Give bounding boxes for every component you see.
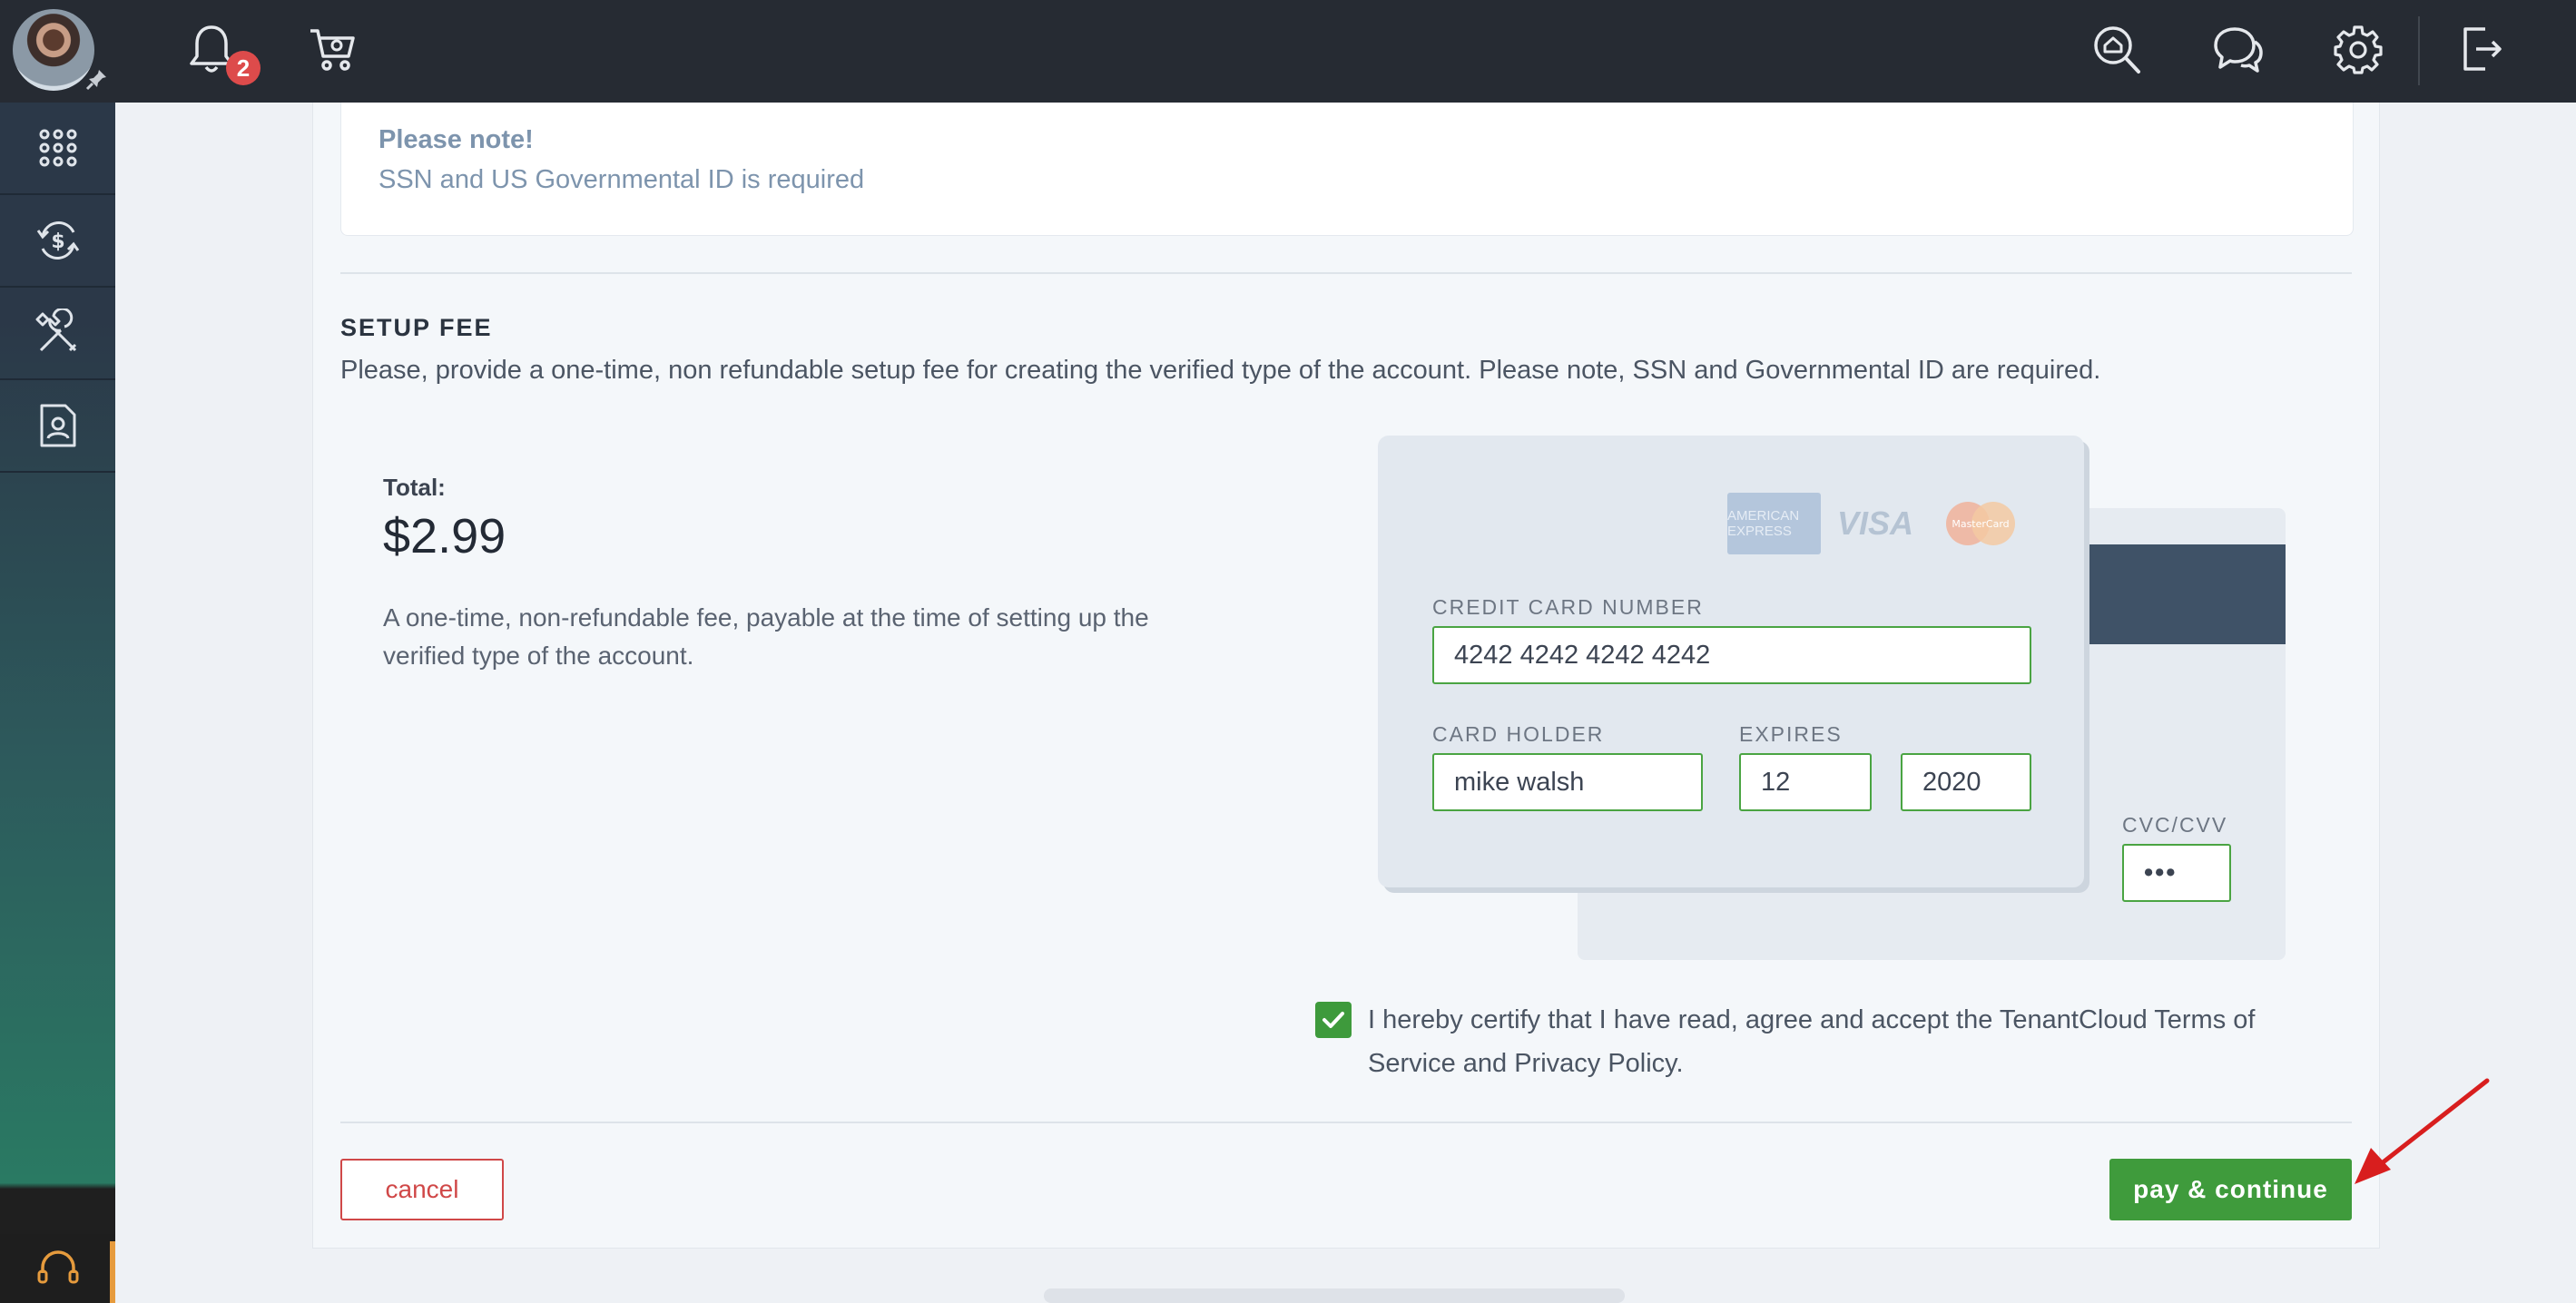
section-title: SETUP FEE	[340, 314, 493, 341]
sidebar: $	[0, 103, 115, 1303]
red-arrow-annotation	[2355, 1078, 2490, 1184]
avatar[interactable]	[13, 9, 94, 91]
amex-logo: AMERICAN EXPRESS	[1727, 493, 1821, 554]
svg-text:$: $	[51, 230, 64, 253]
chat-icon[interactable]	[2213, 25, 2264, 74]
cancel-button[interactable]: cancel	[340, 1159, 504, 1220]
amex-logo-text: AMERICAN EXPRESS	[1727, 508, 1800, 539]
contact-document-icon	[40, 404, 75, 447]
cvc-input[interactable]: •••	[2122, 844, 2231, 902]
sidebar-item-apps[interactable]	[0, 103, 115, 195]
note-title: Please note!	[379, 125, 534, 154]
card-magnetic-stripe	[2088, 544, 2286, 644]
top-navigation-bar: 2	[0, 0, 2576, 103]
pay-continue-button[interactable]: pay & continue	[2109, 1159, 2352, 1220]
certify-text: I hereby certify that I have read, agree…	[1368, 1005, 2256, 1078]
total-description: A one-time, non-refundable fee, payable …	[383, 603, 1149, 670]
card-number-input[interactable]: 4242 4242 4242 4242	[1432, 626, 2031, 684]
headset-icon	[37, 1250, 78, 1284]
sidebar-item-contacts[interactable]	[0, 380, 115, 473]
total-amount: $2.99	[383, 509, 506, 563]
total-label: Total:	[383, 474, 446, 501]
search-home-icon[interactable]	[2091, 24, 2142, 76]
gear-icon[interactable]	[2333, 24, 2384, 74]
footer	[1044, 1288, 1625, 1303]
section-divider-bottom	[340, 1122, 2352, 1123]
logout-icon[interactable]	[2460, 24, 2503, 74]
card-holder-input[interactable]: mike walsh	[1432, 753, 1703, 811]
svg-text:MasterCard: MasterCard	[1952, 518, 2009, 530]
section-description: Please, provide a one-time, non refundab…	[340, 356, 2101, 385]
expires-year-input[interactable]: 2020	[1901, 753, 2031, 811]
cart-icon[interactable]	[309, 25, 356, 74]
card-number-label: CREDIT CARD NUMBER	[1432, 595, 1704, 619]
apps-grid-icon	[39, 129, 76, 167]
sidebar-item-payments[interactable]: $	[0, 195, 115, 288]
expires-label: EXPIRES	[1739, 722, 1843, 746]
mastercard-logo: MasterCard	[1946, 502, 2015, 545]
section-divider-top	[340, 272, 2352, 274]
cvc-label: CVC/CVV	[2122, 813, 2228, 837]
certify-checkbox[interactable]	[1315, 1002, 1352, 1038]
pin-icon[interactable]	[85, 67, 109, 91]
expires-month-input[interactable]: 12	[1739, 753, 1872, 811]
checkmark-icon	[1322, 1012, 1344, 1028]
tools-icon	[35, 309, 76, 352]
topbar-divider	[2418, 16, 2420, 85]
support-button[interactable]	[0, 1234, 115, 1303]
sidebar-item-maintenance[interactable]	[0, 288, 115, 380]
visa-logo: VISA	[1837, 505, 1914, 542]
payments-icon: $	[36, 221, 79, 260]
support-accent-bar	[110, 1241, 115, 1303]
note-text: SSN and US Governmental ID is required	[379, 165, 865, 194]
card-holder-label: CARD HOLDER	[1432, 722, 1605, 746]
notification-count-badge[interactable]: 2	[226, 51, 261, 85]
